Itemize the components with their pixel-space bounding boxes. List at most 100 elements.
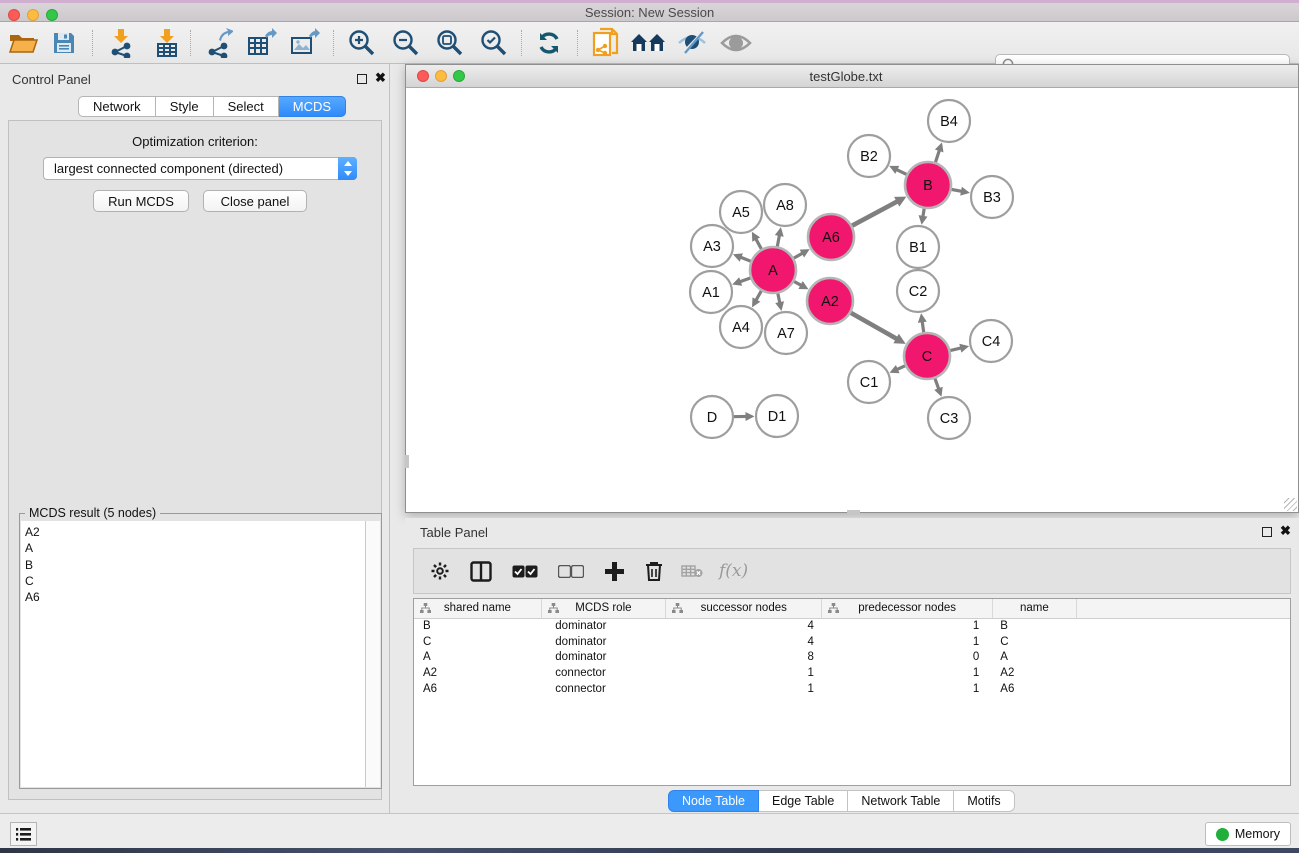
graph-node-A2[interactable]: A2 bbox=[807, 278, 853, 324]
table-row[interactable]: A2connector11A2 bbox=[414, 665, 1291, 681]
mcds-result-list[interactable]: A2ABCA6 bbox=[21, 521, 366, 787]
network-graph[interactable]: B4 B2 B B3 A8A5 A6 A3 B1 A A1 C2 A2 A4A7 C4 C C1 C3 D D1 bbox=[406, 88, 1298, 512]
create-column-icon[interactable] bbox=[604, 561, 625, 582]
window-titlebar[interactable]: Session: New Session bbox=[0, 3, 1299, 22]
control-panel-title: Control Panel bbox=[12, 72, 91, 87]
import-table-icon[interactable] bbox=[154, 28, 180, 58]
table-settings-icon[interactable] bbox=[430, 561, 450, 581]
resize-grip[interactable] bbox=[1284, 498, 1297, 511]
show-details-icon[interactable] bbox=[720, 32, 752, 54]
delete-column-icon[interactable] bbox=[645, 561, 663, 582]
table-close-panel-icon[interactable]: ✖ bbox=[1280, 523, 1291, 539]
float-panel-icon[interactable] bbox=[357, 74, 367, 84]
result-list-item[interactable]: A6 bbox=[25, 589, 365, 605]
node-label: B2 bbox=[860, 149, 878, 165]
graph-node-B1[interactable]: B1 bbox=[897, 226, 939, 268]
node-label: B4 bbox=[940, 114, 958, 130]
table-row[interactable]: Cdominator41C bbox=[414, 634, 1291, 650]
graph-node-A7[interactable]: A7 bbox=[765, 312, 807, 354]
graph-node-B[interactable]: B bbox=[905, 162, 951, 208]
select-all-rows-icon[interactable] bbox=[512, 565, 538, 578]
tab-style[interactable]: Style bbox=[156, 96, 214, 117]
mcds-result-group: MCDS result (5 nodes) A2ABCA6 bbox=[19, 513, 382, 789]
memory-button[interactable]: Memory bbox=[1205, 822, 1291, 846]
tab-network[interactable]: Network bbox=[78, 96, 156, 117]
criterion-dropdown[interactable]: largest connected component (directed) bbox=[43, 157, 357, 180]
zoom-selected-icon[interactable] bbox=[480, 29, 508, 57]
network-canvas[interactable]: B4 B2 B B3 A8A5 A6 A3 B1 A A1 C2 A2 A4A7 C4 C C1 C3 D D1 bbox=[406, 88, 1298, 512]
graph-node-A4[interactable]: A4 bbox=[720, 306, 762, 348]
status-menu-button[interactable] bbox=[10, 822, 37, 846]
network-window-titlebar[interactable]: testGlobe.txt bbox=[406, 65, 1298, 88]
result-list-scrollbar[interactable] bbox=[366, 521, 380, 787]
graph-node-A3[interactable]: A3 bbox=[691, 225, 733, 267]
export-image-icon[interactable] bbox=[290, 28, 320, 58]
node-label: D bbox=[707, 410, 717, 426]
node-label: B3 bbox=[983, 190, 1001, 206]
node-label: C4 bbox=[982, 334, 1001, 350]
zoom-fit-icon[interactable] bbox=[436, 29, 464, 57]
table-row[interactable]: A6connector11A6 bbox=[414, 681, 1291, 697]
result-list-item[interactable]: A2 bbox=[25, 524, 365, 540]
graph-node-A1[interactable]: A1 bbox=[690, 271, 732, 313]
table-row[interactable]: Bdominator41B bbox=[414, 618, 1291, 634]
export-table-icon[interactable] bbox=[247, 28, 277, 58]
column-header-shared-name[interactable]: shared name bbox=[414, 599, 541, 618]
close-panel-icon[interactable]: ✖ bbox=[375, 70, 386, 86]
graph-node-A[interactable]: A bbox=[750, 247, 796, 293]
graph-node-B4[interactable]: B4 bbox=[928, 100, 970, 142]
column-header-successor-nodes[interactable]: successor nodes bbox=[666, 599, 822, 618]
result-list-item[interactable]: B bbox=[25, 557, 365, 573]
graph-node-C4[interactable]: C4 bbox=[970, 320, 1012, 362]
column-header-MCDS-role[interactable]: MCDS role bbox=[541, 599, 665, 618]
edge-arrowhead bbox=[918, 313, 927, 323]
run-mcds-button[interactable]: Run MCDS bbox=[93, 190, 189, 212]
node-table[interactable]: shared nameMCDS rolesuccessor nodesprede… bbox=[413, 598, 1291, 786]
save-session-icon[interactable] bbox=[52, 31, 76, 55]
graph-node-B2[interactable]: B2 bbox=[848, 135, 890, 177]
graph-node-C1[interactable]: C1 bbox=[848, 361, 890, 403]
open-session-icon[interactable] bbox=[8, 31, 38, 55]
graph-node-A5[interactable]: A5 bbox=[720, 191, 762, 233]
graph-node-B3[interactable]: B3 bbox=[971, 176, 1013, 218]
edge-A6-B[interactable] bbox=[850, 201, 899, 227]
tab-motifs[interactable]: Motifs bbox=[954, 790, 1014, 812]
tab-network-table[interactable]: Network Table bbox=[848, 790, 954, 812]
graph-node-C[interactable]: C bbox=[904, 333, 950, 379]
toolbar-separator bbox=[577, 30, 578, 56]
refresh-icon[interactable] bbox=[536, 30, 562, 56]
table-float-panel-icon[interactable] bbox=[1262, 527, 1272, 537]
table-row[interactable]: Adominator80A bbox=[414, 649, 1291, 665]
graph-node-D1[interactable]: D1 bbox=[756, 395, 798, 437]
tab-mcds[interactable]: MCDS bbox=[279, 96, 346, 117]
graph-node-A6[interactable]: A6 bbox=[808, 214, 854, 260]
network-file-icon[interactable] bbox=[592, 27, 620, 59]
result-list-item[interactable]: C bbox=[25, 573, 365, 589]
deselect-all-rows-icon[interactable] bbox=[558, 565, 584, 578]
import-network-icon[interactable] bbox=[108, 28, 134, 58]
close-panel-button[interactable]: Close panel bbox=[203, 190, 307, 212]
tab-node-table[interactable]: Node Table bbox=[668, 790, 759, 812]
tab-edge-table[interactable]: Edge Table bbox=[759, 790, 848, 812]
show-columns-icon[interactable] bbox=[470, 561, 492, 582]
tab-select[interactable]: Select bbox=[214, 96, 279, 117]
zoom-out-icon[interactable] bbox=[392, 29, 420, 57]
hide-details-icon[interactable] bbox=[677, 31, 707, 55]
home-icon[interactable] bbox=[630, 31, 666, 55]
function-builder-icon[interactable]: f(x) bbox=[719, 561, 748, 581]
node-label: C1 bbox=[860, 375, 879, 391]
graph-node-C3[interactable]: C3 bbox=[928, 397, 970, 439]
export-network-icon[interactable] bbox=[205, 28, 233, 58]
result-list-item[interactable]: A bbox=[25, 540, 365, 556]
memory-status-icon bbox=[1216, 828, 1229, 841]
delete-table-icon[interactable] bbox=[681, 564, 703, 578]
graph-node-C2[interactable]: C2 bbox=[897, 270, 939, 312]
graph-node-A8[interactable]: A8 bbox=[764, 184, 806, 226]
zoom-in-icon[interactable] bbox=[348, 29, 376, 57]
column-header-name[interactable]: name bbox=[992, 599, 1076, 618]
graph-node-D[interactable]: D bbox=[691, 396, 733, 438]
canvas-hscroll-hint bbox=[847, 510, 860, 514]
column-header-predecessor-nodes[interactable]: predecessor nodes bbox=[822, 599, 992, 618]
edge-A2-C[interactable] bbox=[848, 311, 898, 339]
edge-arrowhead bbox=[960, 187, 970, 196]
